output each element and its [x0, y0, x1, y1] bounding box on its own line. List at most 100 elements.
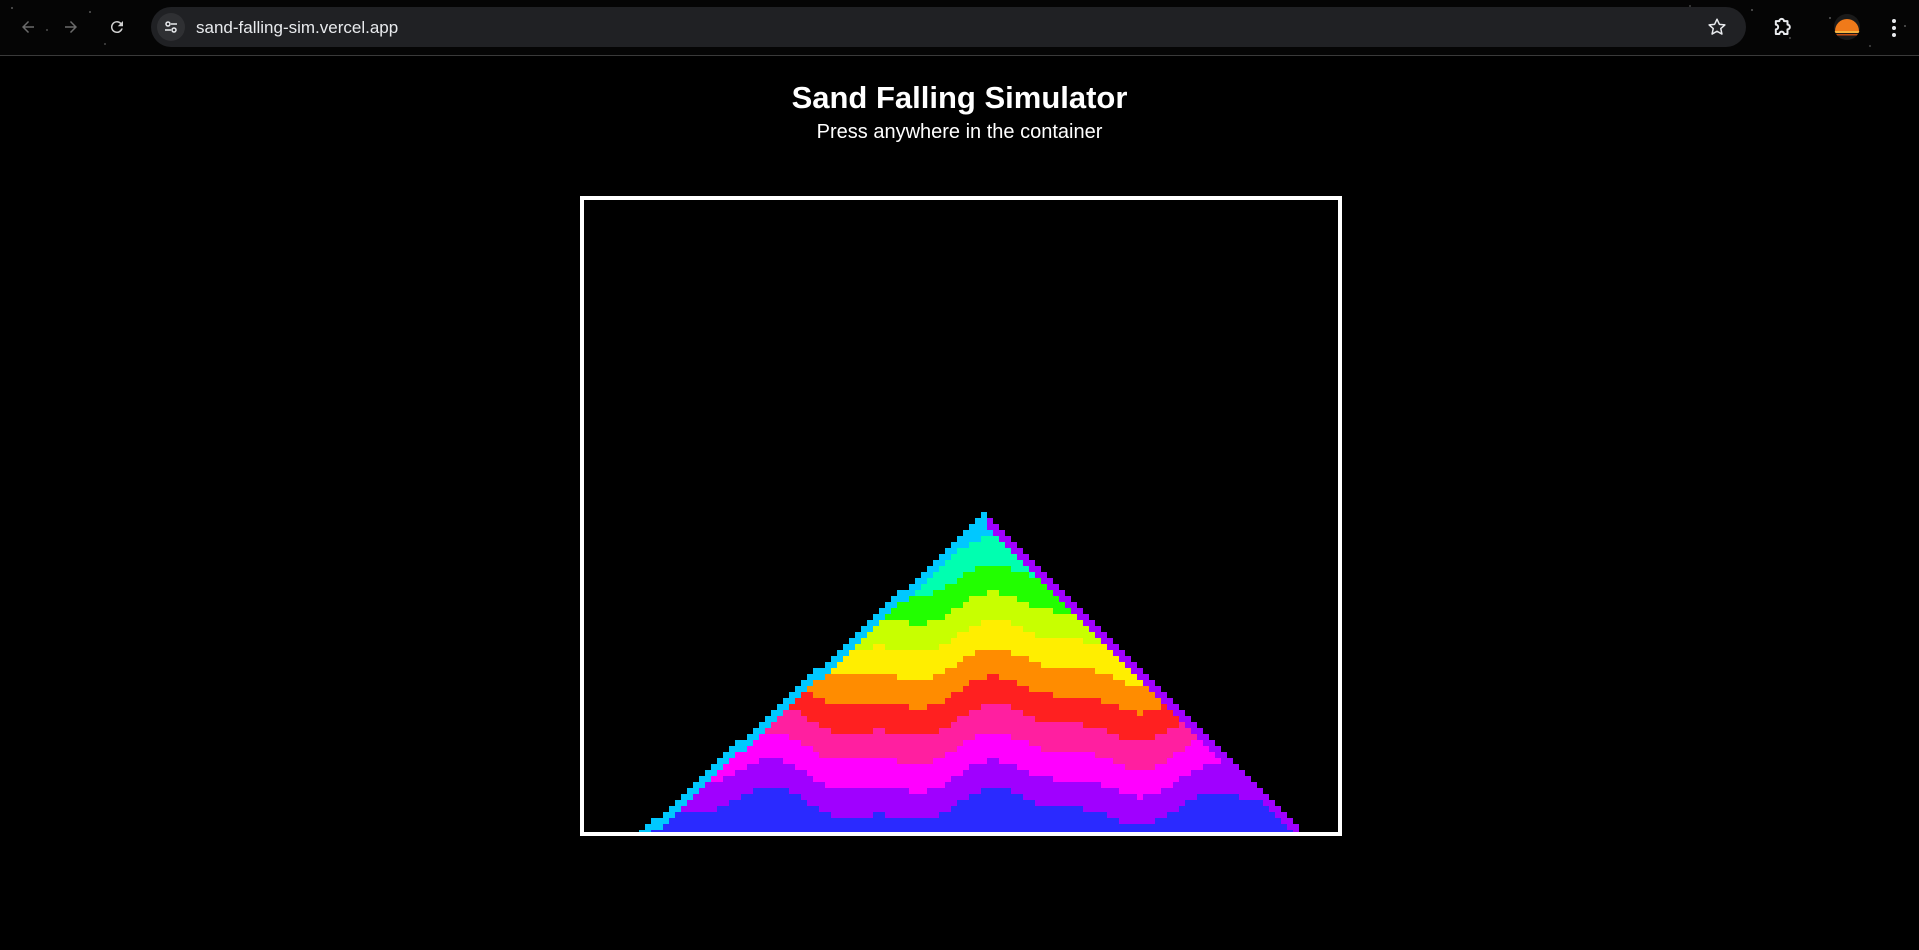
sand-grain — [1011, 542, 1017, 548]
sand-grain — [819, 782, 825, 788]
site-info-button[interactable] — [157, 13, 185, 41]
sand-grain — [753, 812, 759, 818]
sand-grain — [945, 608, 951, 614]
forward-button[interactable] — [56, 12, 86, 42]
sand-grain — [1101, 794, 1107, 800]
sand-grain — [1197, 794, 1203, 800]
sand-grain — [1017, 596, 1023, 602]
sand-grain — [1101, 746, 1107, 752]
sand-grain — [933, 770, 939, 776]
sand-grain — [1017, 632, 1023, 638]
back-button[interactable] — [13, 12, 43, 42]
sand-grain — [963, 620, 969, 626]
sand-grain — [867, 824, 873, 830]
extensions-button[interactable] — [1770, 13, 1798, 41]
sand-grain — [711, 764, 717, 770]
sand-grain — [927, 644, 933, 650]
page-subtitle: Press anywhere in the container — [816, 121, 1103, 143]
sand-grain — [1143, 758, 1149, 764]
sand-grain — [903, 710, 909, 716]
sand-grain — [1101, 662, 1107, 668]
sand-grain — [1071, 734, 1077, 740]
sand-grain — [1011, 596, 1017, 602]
sand-grain — [1029, 608, 1035, 614]
sand-grain — [1053, 728, 1059, 734]
sand-grain — [1077, 614, 1083, 620]
profile-avatar[interactable] — [1834, 14, 1860, 40]
sand-grain — [753, 752, 759, 758]
browser-menu-button[interactable] — [1886, 14, 1902, 42]
sand-grain — [1215, 824, 1221, 830]
sand-grain — [825, 674, 831, 680]
sand-grain — [981, 572, 987, 578]
sand-grain — [1065, 782, 1071, 788]
sand-grain — [987, 758, 993, 764]
sand-grain — [1227, 806, 1233, 812]
sand-grain — [933, 758, 939, 764]
sand-grain — [1041, 626, 1047, 632]
sand-grain — [945, 554, 951, 560]
sand-grain — [1119, 674, 1125, 680]
sand-grain — [1035, 656, 1041, 662]
sand-grain — [1131, 704, 1137, 710]
sand-grain — [1275, 818, 1281, 824]
sand-grain — [1029, 788, 1035, 794]
url-text[interactable]: sand-falling-sim.vercel.app — [196, 18, 398, 38]
sand-grain — [1047, 758, 1053, 764]
sand-grain — [855, 746, 861, 752]
sand-grain — [915, 674, 921, 680]
sand-grain — [1185, 758, 1191, 764]
sand-canvas[interactable] — [584, 200, 1338, 832]
bookmark-button[interactable] — [1706, 16, 1728, 38]
sand-grain — [1263, 824, 1269, 830]
sand-grain — [1113, 788, 1119, 794]
reload-button[interactable] — [102, 12, 132, 42]
sand-grain — [1113, 650, 1119, 656]
sand-grain — [1185, 740, 1191, 746]
sand-grain — [1143, 716, 1149, 722]
sand-grain — [957, 560, 963, 566]
sand-grain — [1035, 812, 1041, 818]
address-bar[interactable]: sand-falling-sim.vercel.app — [151, 7, 1746, 47]
sand-grain — [939, 698, 945, 704]
sand-grain — [1137, 734, 1143, 740]
sand-grain — [1053, 716, 1059, 722]
sand-grain — [819, 680, 825, 686]
sand-grain — [1011, 692, 1017, 698]
sand-grain — [1047, 596, 1053, 602]
sand-grain — [1023, 584, 1029, 590]
sand-grain — [1101, 812, 1107, 818]
sand-container[interactable] — [580, 196, 1342, 836]
sand-grain — [903, 788, 909, 794]
sand-grain — [1167, 830, 1173, 832]
sand-grain — [1083, 788, 1089, 794]
sand-grain — [969, 524, 975, 530]
sand-grain — [1137, 782, 1143, 788]
sand-grain — [1023, 566, 1029, 572]
sand-grain — [993, 818, 999, 824]
sand-grain — [1215, 794, 1221, 800]
sand-grain — [1245, 788, 1251, 794]
sand-grain — [981, 656, 987, 662]
sand-grain — [1209, 752, 1215, 758]
sand-grain — [753, 806, 759, 812]
sand-grain — [693, 824, 699, 830]
sand-grain — [1179, 734, 1185, 740]
sand-grain — [783, 830, 789, 832]
sand-grain — [1041, 650, 1047, 656]
sand-grain — [759, 788, 765, 794]
sand-grain — [1185, 818, 1191, 824]
sand-grain — [1101, 704, 1107, 710]
sand-grain — [909, 734, 915, 740]
sand-grain — [1131, 674, 1137, 680]
sand-grain — [969, 716, 975, 722]
sand-grain — [921, 614, 927, 620]
sand-grain — [819, 740, 825, 746]
sand-grain — [927, 602, 933, 608]
sand-grain — [1035, 710, 1041, 716]
sand-grain — [873, 722, 879, 728]
sand-grain — [1077, 782, 1083, 788]
sand-grain — [1041, 680, 1047, 686]
sand-grain — [795, 704, 801, 710]
sand-grain — [987, 650, 993, 656]
